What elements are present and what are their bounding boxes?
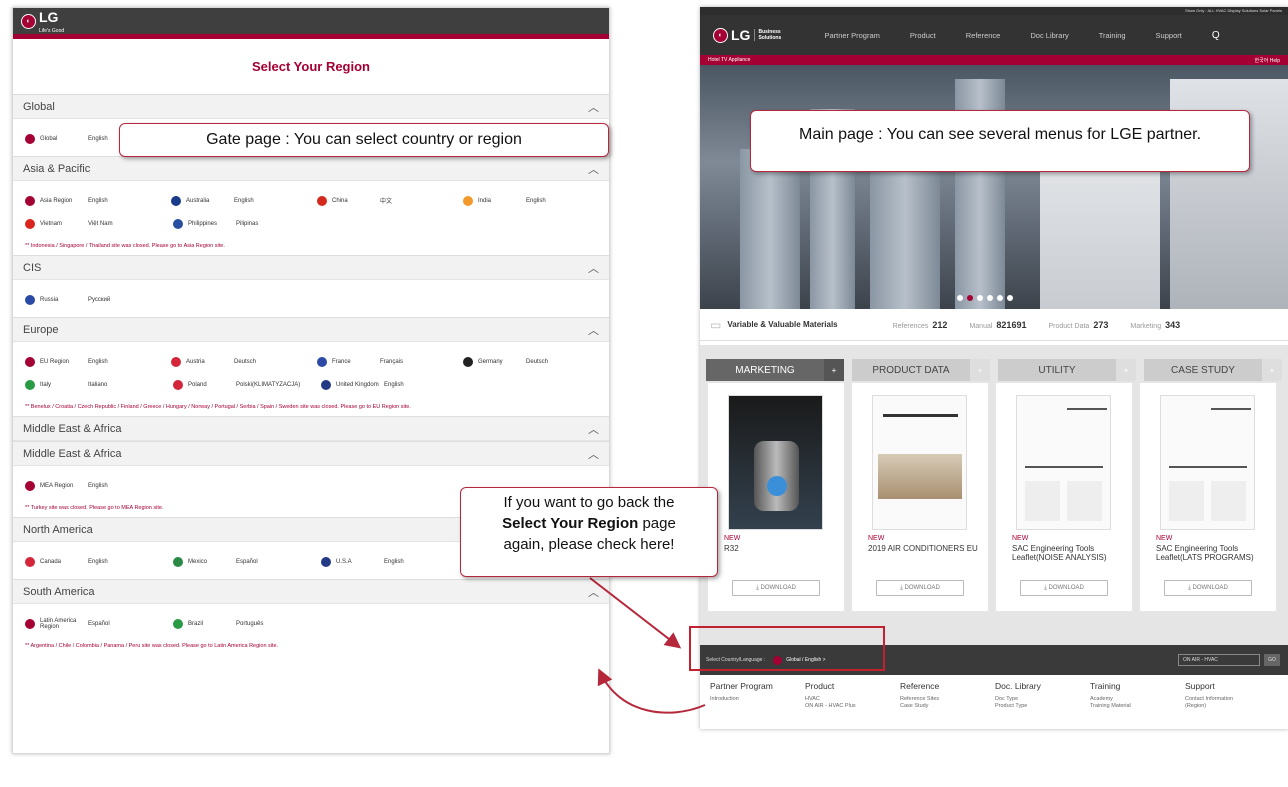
arrow-to-footer — [589, 577, 682, 649]
back-callout: If you want to go back the Select Your R… — [460, 487, 718, 577]
back-callout-line: If you want to go back the — [503, 494, 675, 511]
back-callout-bold: Select Your Region — [502, 515, 639, 532]
arrow-back-to-gate — [597, 668, 706, 714]
back-callout-line: page — [638, 515, 676, 532]
gate-page-callout: Gate page : You can select country or re… — [119, 123, 609, 157]
composite-screenshot: ◐ LG Life's Good Select Your Region Globa… — [0, 0, 1288, 787]
back-callout-line: again, please check here! — [503, 536, 675, 553]
main-page-callout: Main page : You can see several menus fo… — [750, 110, 1250, 172]
